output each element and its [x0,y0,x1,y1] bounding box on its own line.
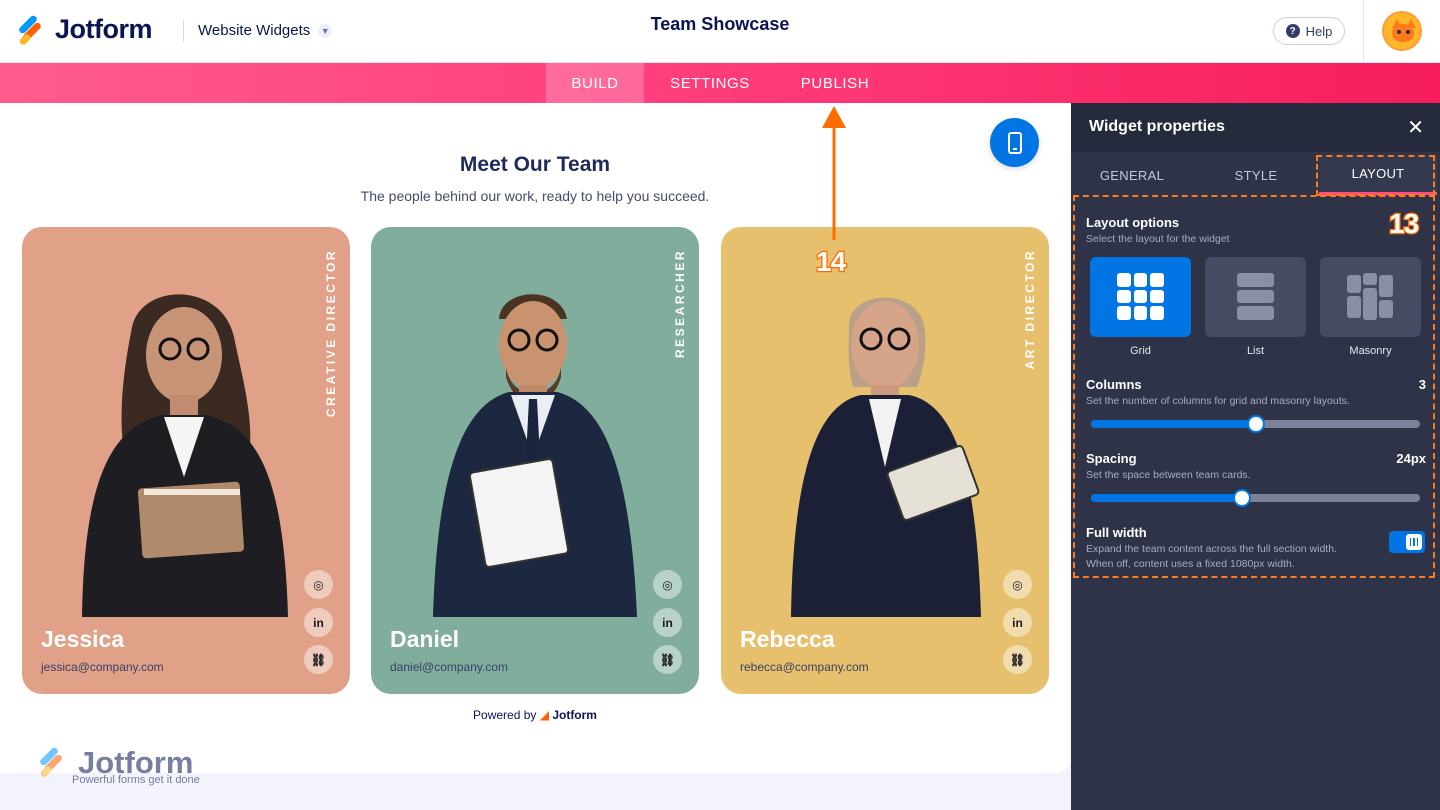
avatar-face [1392,24,1414,42]
columns-slider[interactable] [1091,415,1420,433]
spacing-label: Spacing [1086,451,1137,466]
member-email[interactable]: daniel@company.com [390,660,508,674]
phone-icon [1007,131,1022,154]
team-member-photo [791,297,981,617]
header-divider-right [1363,0,1364,63]
tab-general[interactable]: GENERAL [1073,155,1191,195]
link-icon[interactable]: ⛓ [304,645,333,674]
powered-by[interactable]: Powered by ◢ Jotform [0,708,1070,722]
linkedin-icon[interactable]: in [653,608,682,637]
member-role: ART DIRECTOR [1023,249,1037,370]
team-card[interactable]: RESEARCHER ◎ in ⛓ Daniel daniel@company.… [371,227,699,694]
full-width-toggle[interactable] [1389,531,1425,553]
link-icon[interactable]: ⛓ [653,645,682,674]
instagram-icon[interactable]: ◎ [304,570,333,599]
layout-options-label: Layout options [1086,215,1180,230]
columns-label: Columns [1086,377,1142,392]
layout-grid-label: Grid [1130,345,1151,357]
avatar-eye [1406,30,1410,34]
powered-prefix: Powered by [473,708,537,722]
top-header: Jotform Website Widgets ▼ Team Showcase … [0,0,1440,63]
instagram-icon[interactable]: ◎ [653,570,682,599]
panel-header: Widget properties ✕ [1071,103,1440,152]
masonry-icon [1347,273,1394,320]
layout-masonry-label: Masonry [1349,345,1392,357]
toggle-handle [1406,534,1422,550]
instagram-icon[interactable]: ◎ [1003,570,1032,599]
builder-nav: BUILD SETTINGS PUBLISH [0,63,1440,103]
tab-settings[interactable]: SETTINGS [654,63,766,103]
tab-build[interactable]: BUILD [546,63,644,103]
member-name: Jessica [41,626,125,652]
tab-style[interactable]: STYLE [1197,155,1315,195]
team-card[interactable]: ART DIRECTOR ◎ in ⛓ Rebecca rebecca@comp… [721,227,1049,694]
powered-brand: Jotform [552,708,597,722]
member-name: Daniel [390,626,460,652]
member-email[interactable]: rebecca@company.com [740,660,869,674]
member-name: Rebecca [740,626,835,652]
columns-slider-handle[interactable] [1246,415,1265,433]
link-icon[interactable]: ⛓ [1003,645,1032,674]
layout-options-description: Select the layout for the widget [1086,233,1230,245]
full-width-label: Full width [1086,525,1147,540]
full-width-description: Expand the team content across the full … [1086,543,1337,555]
columns-slider-fill [1091,420,1256,428]
step-13-badge: 13 [1388,207,1421,241]
list-icon [1237,273,1274,321]
avatar[interactable] [1382,11,1422,51]
member-email[interactable]: jessica@company.com [41,660,164,674]
team-member-photo [433,294,637,617]
question-icon: ? [1285,24,1300,38]
member-role: CREATIVE DIRECTOR [324,249,338,418]
member-role: RESEARCHER [673,249,687,359]
panel-title: Widget properties [1089,118,1225,135]
linkedin-icon[interactable]: in [1003,608,1032,637]
layout-option-grid[interactable] [1090,257,1191,337]
team-card[interactable]: CREATIVE DIRECTOR ◎ in ⛓ Jessica jessica… [22,227,350,694]
page-title: Team Showcase [650,14,790,34]
jotform-mini-icon: ◢ [539,708,549,722]
widget-title: Meet Our Team [459,153,611,176]
spacing-slider-fill [1091,494,1243,502]
highlight-layout-tab [1316,155,1435,196]
step-14-badge: 14 [815,245,848,279]
avatar-eye [1397,30,1401,34]
help-button[interactable]: ? Help [1273,17,1345,45]
linkedin-icon[interactable]: in [304,608,333,637]
watermark-tagline: Powerful forms get it done [72,774,200,786]
close-icon[interactable]: ✕ [1407,115,1424,140]
arrow-up-icon [822,106,846,240]
spacing-slider[interactable] [1091,489,1420,507]
layout-list-label: List [1246,345,1265,357]
layout-option-masonry[interactable] [1320,257,1421,337]
spacing-value: 24px [1396,451,1426,466]
grid-icon [1117,273,1164,320]
tab-publish[interactable]: PUBLISH [788,63,882,103]
columns-value: 3 [1418,377,1426,392]
help-label: Help [1305,23,1333,39]
layout-option-list[interactable] [1205,257,1306,337]
spacing-description: Set the space between team cards. [1086,469,1251,481]
widget-subtitle: The people behind our work, ready to hel… [360,188,710,204]
team-member-photo [82,294,288,617]
full-width-note: When off, content uses a fixed 1080px wi… [1086,558,1295,570]
jotform-watermark-icon [38,746,70,779]
columns-description: Set the number of columns for grid and m… [1086,395,1350,407]
